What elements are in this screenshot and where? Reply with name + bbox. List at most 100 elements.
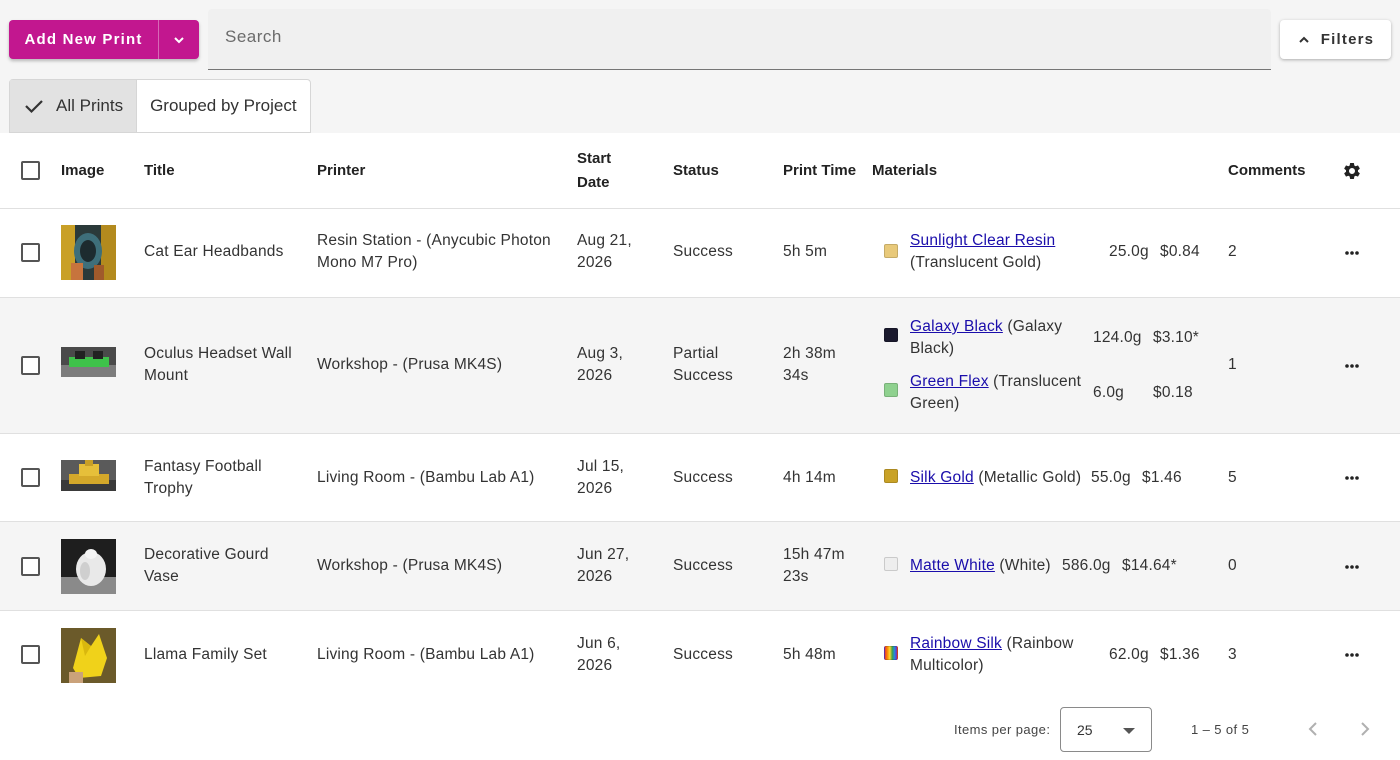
material-cost: $0.84 — [1160, 243, 1200, 260]
select-all-checkbox[interactable] — [21, 161, 40, 180]
print-thumbnail[interactable] — [61, 460, 116, 491]
row-checkbox[interactable] — [21, 356, 40, 375]
previous-page-button[interactable] — [1301, 717, 1325, 741]
print-thumbnail[interactable] — [61, 225, 116, 280]
material-weight: 586.0g — [1062, 557, 1111, 574]
check-icon — [25, 100, 43, 114]
printer-name: Living Room - (Bambu Lab A1) — [317, 646, 535, 663]
row-checkbox[interactable] — [21, 243, 40, 262]
print-thumbnail[interactable] — [61, 347, 116, 377]
more-options-icon[interactable] — [1340, 354, 1364, 378]
header-start-date[interactable]: Start Date — [577, 147, 611, 195]
header-title[interactable]: Title — [144, 159, 175, 183]
more-options-icon[interactable] — [1340, 643, 1364, 667]
date-line1: Aug 21, — [577, 232, 632, 249]
date-line2: 2026 — [577, 657, 613, 674]
material-color-swatch — [884, 557, 898, 571]
material-weight: 25.0g — [1109, 243, 1149, 260]
material-entry: Silk Gold (Metallic Gold) — [910, 467, 1081, 489]
material-color-swatch — [884, 328, 898, 342]
print-thumbnail[interactable] — [61, 539, 116, 594]
date-line1: Jun 27, — [577, 546, 630, 563]
print-title[interactable]: Cat Ear Headbands — [144, 241, 284, 263]
toggle-all-prints[interactable]: All Prints — [10, 80, 137, 132]
table-row[interactable]: Cat Ear Headbands Resin Station - (Anycu… — [0, 209, 1400, 298]
header-comments[interactable]: Comments — [1228, 159, 1306, 183]
more-options-icon[interactable] — [1340, 555, 1364, 579]
status: Success — [673, 469, 733, 486]
material-entry: Sunlight Clear Resin (Translucent Gold) — [910, 230, 1055, 274]
filters-button[interactable]: Filters — [1280, 20, 1391, 59]
print-title[interactable]: Fantasy Football Trophy — [144, 456, 262, 500]
chevron-left-icon — [1308, 722, 1317, 736]
add-options-dropdown[interactable] — [159, 33, 199, 47]
material-cost: $14.64* — [1122, 557, 1177, 574]
more-options-icon[interactable] — [1340, 466, 1364, 490]
material-link[interactable]: Rainbow Silk — [910, 635, 1002, 652]
material-entry: Rainbow Silk (Rainbow Multicolor) — [910, 633, 1074, 677]
material-link[interactable]: Green Flex — [910, 373, 989, 390]
printer-name: Living Room - (Bambu Lab A1) — [317, 469, 535, 486]
more-options-icon[interactable] — [1340, 241, 1364, 265]
date-line1: Aug 3, — [577, 345, 624, 362]
title-line2: Vase — [144, 568, 179, 585]
comment-count: 1 — [1228, 356, 1237, 373]
toggle-grouped-by-project[interactable]: Grouped by Project — [136, 80, 309, 132]
comment-count: 3 — [1228, 646, 1237, 663]
items-per-page-select[interactable]: 25 — [1060, 707, 1152, 752]
material-color-swatch — [884, 469, 898, 483]
material-cost: $1.36 — [1160, 646, 1200, 663]
material-link[interactable]: Silk Gold — [910, 469, 974, 486]
header-status[interactable]: Status — [673, 159, 719, 183]
table-row[interactable]: Fantasy Football Trophy Living Room - (B… — [0, 434, 1400, 522]
title-line2: Mount — [144, 367, 189, 384]
start-date: Jun 6, 2026 — [577, 633, 620, 677]
search-field[interactable] — [208, 9, 1271, 70]
row-checkbox[interactable] — [21, 645, 40, 664]
title-line1: Fantasy Football — [144, 458, 262, 475]
view-toggle: All Prints Grouped by Project — [9, 79, 311, 133]
items-per-page-value: 25 — [1077, 722, 1093, 738]
material-detail: (White) — [994, 557, 1051, 574]
material-link[interactable]: Galaxy Black — [910, 318, 1003, 335]
time-line1: 2h 38m — [783, 345, 836, 362]
print-time: 5h 48m — [783, 646, 836, 663]
print-thumbnail[interactable] — [61, 628, 116, 683]
row-checkbox[interactable] — [21, 557, 40, 576]
header-start-date-line1: Start — [577, 150, 612, 167]
print-title[interactable]: Oculus Headset Wall Mount — [144, 343, 292, 387]
date-line1: Jul 15, — [577, 458, 625, 475]
header-printer[interactable]: Printer — [317, 159, 365, 183]
material-entry: Green Flex (Translucent Green) — [910, 371, 1081, 415]
material-link[interactable]: Sunlight Clear Resin — [910, 232, 1055, 249]
print-title[interactable]: Decorative Gourd Vase — [144, 544, 269, 588]
date-line1: Jun 6, — [577, 635, 621, 652]
material-color-swatch — [884, 383, 898, 397]
column-settings-gear-icon[interactable] — [1340, 159, 1364, 183]
start-date: Aug 21, 2026 — [577, 230, 632, 274]
header-materials[interactable]: Materials — [872, 159, 937, 183]
header-image[interactable]: Image — [61, 159, 104, 183]
row-checkbox[interactable] — [21, 468, 40, 487]
material-link[interactable]: Matte White — [910, 557, 995, 574]
printer-name: Resin Station - (Anycubic Photon Mono M7… — [317, 230, 551, 274]
header-print-time[interactable]: Print Time — [783, 159, 856, 183]
print-title[interactable]: Llama Family Set — [144, 644, 267, 666]
time-line2: 34s — [783, 367, 809, 384]
search-input[interactable] — [225, 27, 1225, 47]
material-weight: 62.0g — [1109, 646, 1149, 663]
material-color-swatch — [884, 646, 898, 660]
header-start-date-line2: Date — [577, 174, 610, 191]
table-header: Image Title Printer Start Date Status Pr… — [0, 133, 1400, 209]
time-line2: 23s — [783, 568, 809, 585]
table-row[interactable]: Llama Family Set Living Room - (Bambu La… — [0, 611, 1400, 698]
next-page-button[interactable] — [1353, 717, 1377, 741]
printer-line1: Resin Station - (Anycubic Photon — [317, 232, 551, 249]
table-row[interactable]: Oculus Headset Wall Mount Workshop - (Pr… — [0, 298, 1400, 434]
add-new-print-button[interactable]: Add New Print — [9, 20, 199, 59]
start-date: Jul 15, 2026 — [577, 456, 624, 500]
date-line2: 2026 — [577, 568, 613, 585]
material-detail: (Galaxy — [1002, 318, 1063, 335]
table-row[interactable]: Decorative Gourd Vase Workshop - (Prusa … — [0, 522, 1400, 611]
status-line2: Success — [673, 367, 733, 384]
